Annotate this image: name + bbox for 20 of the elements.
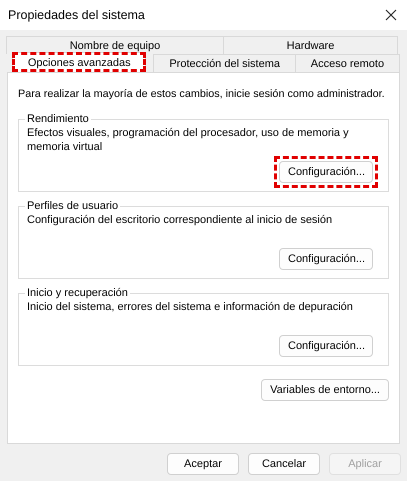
close-icon[interactable] xyxy=(385,9,397,21)
group-description: Inicio del sistema, errores del sistema e información de depuración xyxy=(27,300,354,315)
tab[interactable]: Hardware xyxy=(223,36,398,54)
dialog-button[interactable]: Cancelar xyxy=(248,453,320,475)
notice-text: Para realizar la mayoría de estos cambios, inicie sesión como administrador. xyxy=(18,87,386,101)
tab[interactable]: Nombre de equipo xyxy=(6,36,224,54)
window-title: Propiedades del sistema xyxy=(8,8,145,22)
tab[interactable]: Protección del sistema xyxy=(153,54,296,72)
group-title: Rendimiento xyxy=(26,113,90,125)
tab[interactable]: Acceso remoto xyxy=(294,54,400,72)
group-description: Configuración del escritorio correspondiente al inicio de sesión xyxy=(27,213,334,228)
group-title: Perfiles de usuario xyxy=(26,200,120,212)
tab[interactable]: Opciones avanzadas xyxy=(12,52,146,72)
settings-button[interactable]: Configuración... xyxy=(279,335,373,357)
settings-button[interactable]: Configuración... xyxy=(279,248,373,270)
group-title: Inicio y recuperación xyxy=(26,287,129,299)
settings-button[interactable]: Configuración... xyxy=(279,161,373,183)
dialog-button[interactable]: Aceptar xyxy=(167,453,239,475)
group-description: Efectos visuales, programación del procesador, uso de memoria y memoria virtual xyxy=(27,126,350,154)
environment-variables-button[interactable]: Variables de entorno... xyxy=(261,379,389,401)
